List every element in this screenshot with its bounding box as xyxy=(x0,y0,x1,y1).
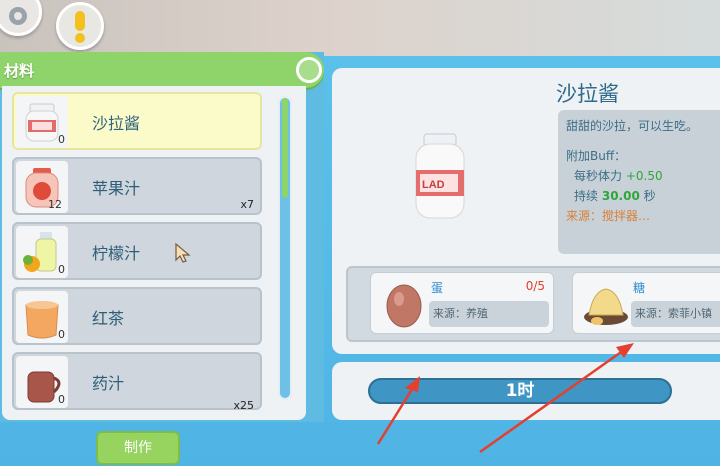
recipe-product-image: LAD xyxy=(410,132,470,222)
ingredient-egg[interactable]: 蛋 0/5 来源：养殖 xyxy=(370,272,554,334)
buff-stat: 每秒体力 +0.50 xyxy=(566,166,720,186)
list-item-black-tea[interactable]: 0 红茶 xyxy=(12,287,262,345)
ingredient-sugar[interactable]: 糖 来源：索菲小镇 xyxy=(572,272,720,334)
duration-unit: 秒 xyxy=(643,189,656,203)
item-label: 沙拉酱 xyxy=(92,114,141,133)
item-label: 柠檬汁 xyxy=(92,244,141,263)
duration-label: 持续 xyxy=(574,189,599,203)
buff-duration: 持续 30.00 秒 xyxy=(566,186,720,206)
recipe-source: 来源：搅拌器… xyxy=(566,209,651,223)
buff-stat-label: 每秒体力 xyxy=(574,169,623,183)
ingredient-count: 0/5 xyxy=(525,279,545,293)
item-quantity: x25 xyxy=(233,399,254,412)
list-item-medicine[interactable]: 0 药汁 x25 xyxy=(12,352,262,412)
item-count: 12 xyxy=(48,198,62,211)
list-item-salad-dressing[interactable]: 0 沙拉酱 xyxy=(12,92,262,150)
description-box: 甜甜的沙拉，可以生吃。 附加Buff： 每秒体力 +0.50 持续 30.00 … xyxy=(558,110,720,254)
item-count: 0 xyxy=(58,328,65,341)
recipe-title: 沙拉酱 xyxy=(556,82,619,106)
list-item-lemon-juice[interactable]: 0 柠檬汁 xyxy=(12,222,262,280)
ingredient-source: 来源：养殖 xyxy=(429,301,549,327)
item-label: 药汁 xyxy=(92,374,125,393)
item-quantity: x7 xyxy=(240,198,254,211)
cursor-icon xyxy=(175,242,191,263)
item-count: 0 xyxy=(58,393,65,406)
jar-label-text: LAD xyxy=(422,179,445,191)
ingredient-name: 糖 xyxy=(633,281,646,295)
item-label: 红茶 xyxy=(92,309,125,328)
make-button[interactable]: 制作 xyxy=(96,431,180,465)
mayo-jar-icon: LAD xyxy=(415,133,465,219)
ingredient-source: 来源：索菲小镇 xyxy=(631,301,720,327)
alert-button[interactable] xyxy=(56,2,104,50)
sugar-icon xyxy=(584,288,628,325)
description-text: 甜甜的沙拉，可以生吃。 xyxy=(566,119,699,133)
gear-icon xyxy=(9,7,27,25)
buff-label: 附加Buff： xyxy=(566,149,627,163)
item-count: 0 xyxy=(58,133,65,146)
materials-header: 材料 xyxy=(0,52,324,88)
item-count: 0 xyxy=(58,263,65,276)
list-item-apple-juice[interactable]: 12 苹果汁 x7 xyxy=(12,157,262,215)
panel-title: 材料 xyxy=(4,62,35,80)
buff-stat-value: +0.50 xyxy=(625,169,663,183)
ingredient-name: 蛋 xyxy=(431,281,444,295)
top-bar xyxy=(0,0,720,56)
header-knob-icon[interactable] xyxy=(296,57,322,83)
craft-time-bar: 1时 xyxy=(368,378,672,404)
exclamation-icon xyxy=(75,11,85,43)
duration-value: 30.00 xyxy=(601,189,640,203)
item-label: 苹果汁 xyxy=(92,179,141,198)
scrollbar-thumb[interactable] xyxy=(282,98,288,198)
egg-icon xyxy=(386,284,422,328)
materials-list[interactable]: 0 沙拉酱 12 苹果汁 x7 0 柠檬汁 0 红茶 0 药汁 x25 xyxy=(2,86,306,420)
